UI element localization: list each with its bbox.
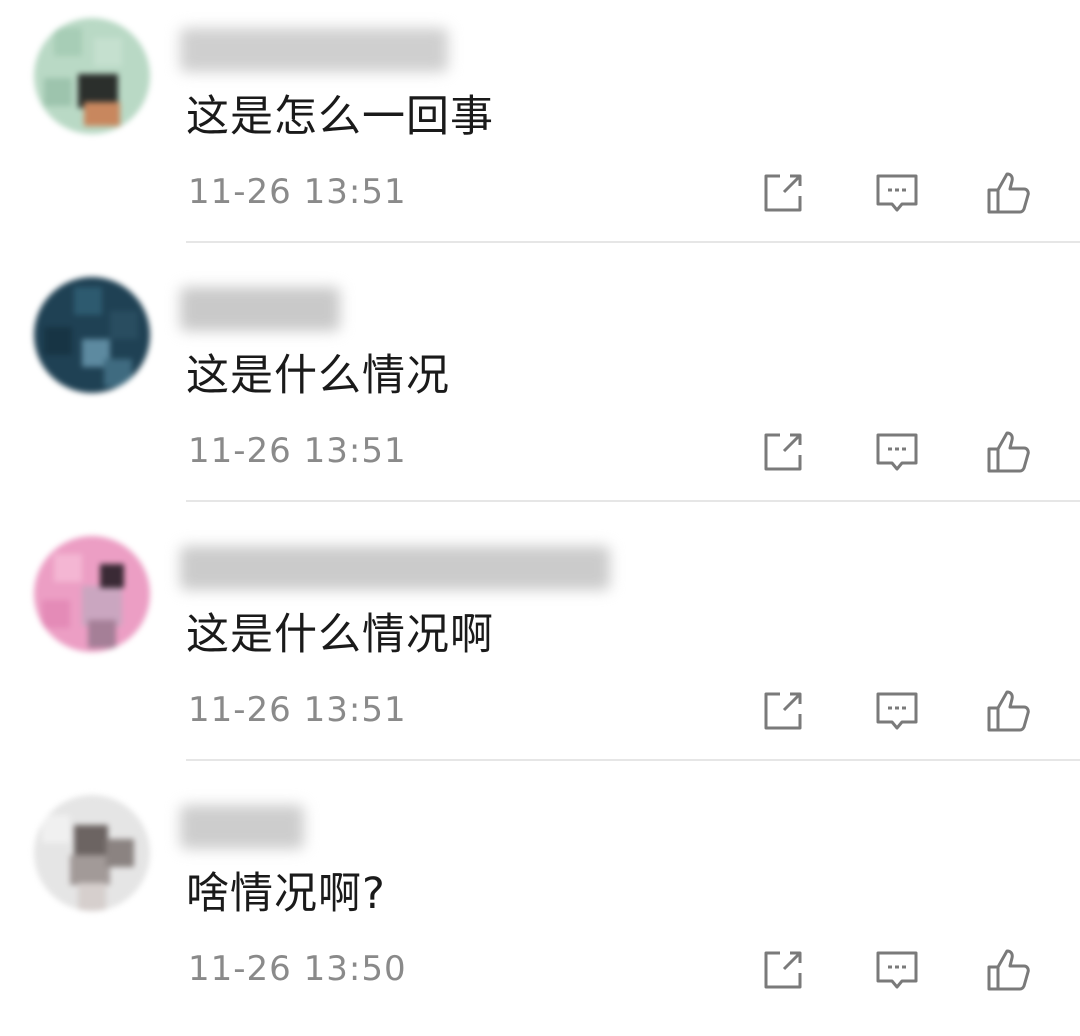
thumbs-up-icon: [987, 431, 1030, 473]
avatar[interactable]: [34, 18, 150, 134]
reply-button[interactable]: [872, 686, 922, 736]
reply-button[interactable]: [872, 945, 922, 995]
comment-bubble-icon: [876, 433, 918, 471]
like-button[interactable]: [984, 686, 1034, 736]
share-square-icon: [764, 951, 802, 989]
comment-text: 这是怎么一回事: [186, 92, 494, 142]
comment-item: 这是什么情况啊 11-26 13:51: [0, 518, 1080, 777]
repost-button[interactable]: [758, 427, 808, 477]
comment-time: 11-26 13:51: [188, 690, 407, 730]
comment-time: 11-26 13:51: [188, 431, 407, 471]
thumbs-up-icon: [987, 949, 1030, 991]
divider: [186, 759, 1080, 761]
share-square-icon: [764, 433, 802, 471]
reply-button[interactable]: [872, 427, 922, 477]
comment-bubble-icon: [876, 174, 918, 212]
divider: [186, 241, 1080, 243]
comment-item: 这是怎么一回事 11-26 13:51: [0, 0, 1080, 259]
comment-text: 这是什么情况啊: [186, 610, 494, 660]
avatar[interactable]: [34, 795, 150, 911]
thumbs-up-icon: [987, 690, 1030, 732]
comment-time: 11-26 13:51: [188, 172, 407, 212]
comment-item: 这是什么情况 11-26 13:51: [0, 259, 1080, 518]
username-blurred[interactable]: [180, 287, 340, 331]
like-button[interactable]: [984, 945, 1034, 995]
comment-text: 啥情况啊?: [186, 869, 386, 919]
repost-button[interactable]: [758, 686, 808, 736]
comment-bubble-icon: [876, 692, 918, 730]
share-square-icon: [764, 692, 802, 730]
like-button[interactable]: [984, 427, 1034, 477]
thumbs-up-icon: [987, 172, 1030, 214]
repost-button[interactable]: [758, 168, 808, 218]
divider: [186, 500, 1080, 502]
avatar[interactable]: [34, 536, 150, 652]
like-button[interactable]: [984, 168, 1034, 218]
repost-button[interactable]: [758, 945, 808, 995]
reply-button[interactable]: [872, 168, 922, 218]
username-blurred[interactable]: [180, 546, 610, 590]
comment-text: 这是什么情况: [186, 351, 450, 401]
comment-time: 11-26 13:50: [188, 949, 407, 989]
comment-item: 啥情况啊? 11-26 13:50: [0, 777, 1080, 1036]
comment-bubble-icon: [876, 951, 918, 989]
username-blurred[interactable]: [180, 805, 304, 849]
avatar[interactable]: [34, 277, 150, 393]
username-blurred[interactable]: [180, 28, 448, 72]
share-square-icon: [764, 174, 802, 212]
